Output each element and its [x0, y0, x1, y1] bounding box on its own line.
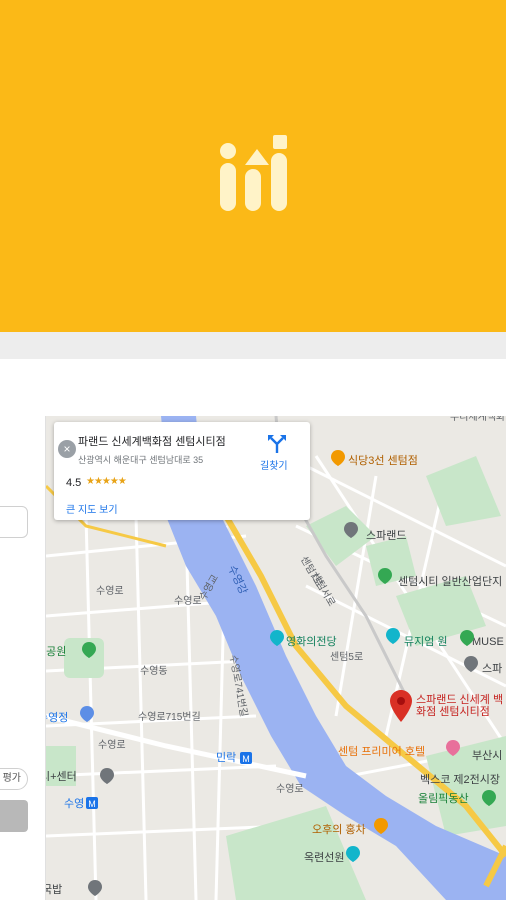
- map-label-road: 수영로: [98, 740, 126, 751]
- divider-band: [0, 332, 506, 359]
- map-label-spaland: 스파랜드: [366, 530, 407, 542]
- map-label: 우리세계백화: [450, 416, 506, 423]
- map-label-busan: 부산시: [472, 750, 503, 762]
- map-label-shinsegae: 스파랜드 신세계 백화점 센텀시티점: [416, 694, 504, 718]
- directions-icon[interactable]: [266, 432, 288, 454]
- location-pin-icon[interactable]: [346, 846, 360, 862]
- restaurant-icon[interactable]: [331, 450, 345, 466]
- location-pin-icon[interactable]: [378, 568, 392, 584]
- map-label-lane: 수영로715번길: [138, 712, 201, 723]
- map-label-district: 수영동: [140, 666, 168, 677]
- place-info-card[interactable]: × 파랜드 신세계백화점 센텀시티점 산광역시 해운대구 센텀남대로 35 4.…: [54, 422, 310, 520]
- close-icon[interactable]: ×: [58, 440, 76, 458]
- svg-text:M: M: [88, 799, 96, 809]
- location-pin-icon[interactable]: [270, 630, 284, 646]
- location-pin-icon[interactable]: [344, 522, 358, 538]
- park-icon[interactable]: [82, 642, 96, 658]
- map-label-cinema: 영화의전당: [286, 636, 337, 648]
- location-pin-icon[interactable]: [464, 656, 478, 672]
- map-label-road: 수영로: [174, 596, 202, 607]
- park-icon[interactable]: [482, 790, 496, 806]
- directions-button-label[interactable]: 길찾기: [260, 457, 288, 472]
- larger-map-link[interactable]: 큰 지도 보기: [66, 501, 118, 516]
- hotel-icon[interactable]: [446, 740, 460, 756]
- map-label-road: 수영로: [276, 784, 304, 795]
- map-label-temple: 옥련선원: [304, 852, 345, 864]
- map-label-suyeongjeong: 수영정: [46, 712, 69, 724]
- map-label-street: 센텀5로: [330, 652, 364, 663]
- map-label-gukbap: 국밥: [46, 884, 63, 896]
- app-logo-icon: [220, 135, 287, 211]
- side-panel: 평가: [0, 416, 46, 900]
- panel-chip[interactable]: 평가: [0, 768, 28, 790]
- location-pin-icon[interactable]: [386, 628, 400, 644]
- location-pin-icon[interactable]: [88, 880, 102, 896]
- svg-text:M: M: [242, 754, 250, 764]
- splash-header: [0, 0, 506, 332]
- map-label-spa: 스파: [482, 663, 503, 675]
- location-pin-icon[interactable]: [100, 768, 114, 784]
- map-label-center: 시+센터: [46, 771, 77, 783]
- place-title: 파랜드 신세계백화점 센텀시티점: [78, 436, 226, 448]
- map-label-road: 수영로: [96, 586, 124, 597]
- panel-button[interactable]: [0, 800, 28, 832]
- subway-icon[interactable]: M: [86, 797, 98, 809]
- location-pin-icon[interactable]: [460, 630, 474, 646]
- location-pin-icon[interactable]: [80, 706, 94, 722]
- cafe-icon[interactable]: [374, 818, 388, 834]
- map-label-suyeong-station: 수영: [64, 798, 85, 810]
- map-label-cafe: 오후의 홍차: [312, 824, 366, 836]
- map-label-restaurant: 식당3선 센텀점: [348, 455, 418, 467]
- panel-input[interactable]: [0, 506, 28, 538]
- place-address: 산광역시 해운대구 센텀남대로 35: [78, 455, 204, 465]
- map-label-park: 복공원: [46, 646, 67, 658]
- map-label-minrak: 민락: [216, 752, 237, 764]
- map-label-hotel: 센텀 프리미어 호텔: [338, 746, 426, 758]
- map-label-music: 뮤지엄 원: [404, 636, 448, 648]
- map-label-bexco: 벡스코 제2전시장: [420, 774, 501, 786]
- selected-place-pin-icon[interactable]: [390, 690, 412, 722]
- map-label-olympic: 올림픽동산: [418, 793, 469, 805]
- rating-stars-icon: ★★★★★: [86, 476, 127, 487]
- spacer: [0, 359, 506, 416]
- map-label-industrial: 센텀시티 일반산업단지: [398, 576, 503, 588]
- subway-icon[interactable]: M: [240, 752, 252, 764]
- map-label-museum: MUSE: [472, 636, 504, 648]
- place-rating: 4.5: [66, 477, 82, 489]
